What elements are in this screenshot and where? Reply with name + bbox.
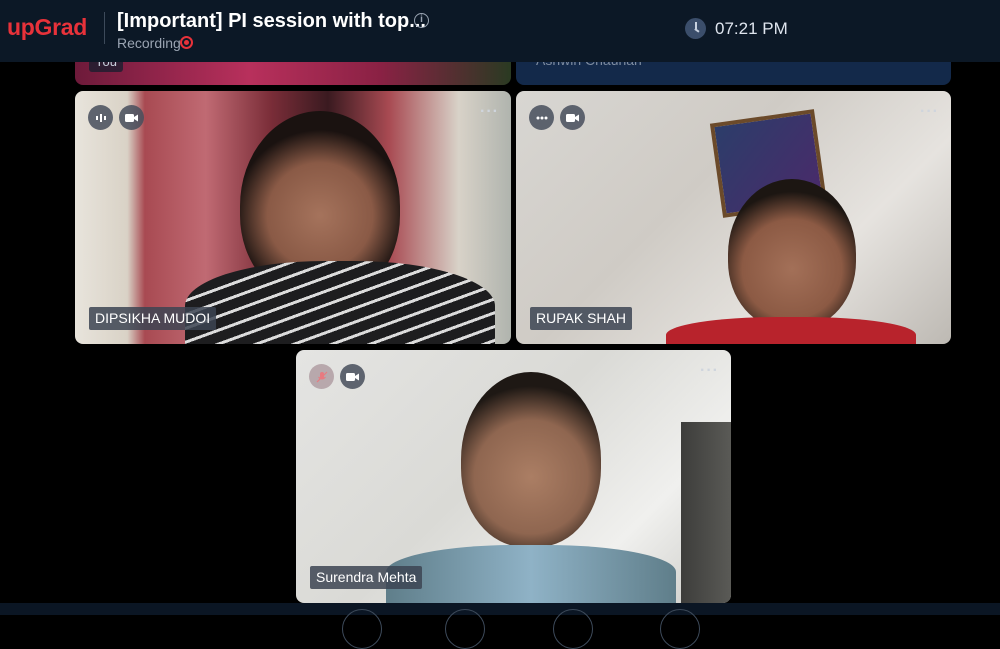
participant-video <box>461 372 601 547</box>
video-tile-rupak[interactable]: ··· RUPAK SHAH <box>516 91 951 344</box>
header-divider <box>104 12 105 44</box>
clock-icon <box>685 18 706 39</box>
speaking-icon[interactable] <box>88 105 113 130</box>
control-button-2[interactable] <box>445 609 485 649</box>
participant-video <box>728 179 856 329</box>
door-frame <box>681 422 731 603</box>
video-tile-dipsikha[interactable]: ··· DIPSIKHA MUDOI <box>75 91 511 344</box>
name-tag-dipsikha: DIPSIKHA MUDOI <box>89 307 217 330</box>
more-options-icon[interactable]: ··· <box>700 362 719 380</box>
recording-indicator-icon <box>180 36 193 49</box>
video-camera-icon[interactable] <box>560 105 585 130</box>
more-options-icon[interactable]: ··· <box>480 103 499 121</box>
video-camera-icon[interactable] <box>340 364 365 389</box>
name-tag-surendra: Surendra Mehta <box>310 566 423 589</box>
recording-label: Recording <box>117 35 181 51</box>
control-bar <box>0 603 1000 615</box>
session-title: [Important] PI session with top... <box>117 10 426 32</box>
control-button-3[interactable] <box>553 609 593 649</box>
control-button-1[interactable] <box>342 609 382 649</box>
clock-time: 07:21 PM <box>715 19 788 38</box>
top-bar: upGrad [Important] PI session with top..… <box>0 0 1000 62</box>
control-button-4[interactable] <box>660 609 700 649</box>
video-tile-surendra[interactable]: ··· Surendra Mehta <box>296 350 731 603</box>
upgrad-logo: upGrad <box>7 14 87 40</box>
info-icon[interactable]: i <box>414 13 429 28</box>
more-dots-icon[interactable] <box>529 105 554 130</box>
more-options-icon[interactable]: ··· <box>920 103 939 121</box>
video-camera-icon[interactable] <box>119 105 144 130</box>
name-tag-rupak: RUPAK SHAH <box>530 307 632 330</box>
mic-muted-icon[interactable] <box>309 364 334 389</box>
